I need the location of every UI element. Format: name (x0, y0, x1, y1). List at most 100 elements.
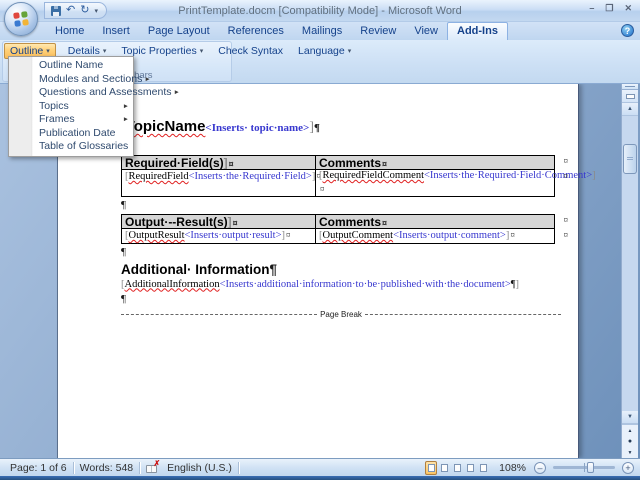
cell-output-result[interactable]: [OutputResult<Inserts·output·result>]¤ (121, 228, 316, 244)
scroll-up-icon: ▲ (627, 106, 633, 112)
page-break-label: Page Break (320, 309, 362, 319)
header-cell-comments[interactable]: Comments¤ (315, 214, 555, 229)
submenu-arrow-icon: ► (122, 116, 129, 123)
cell-output-comment[interactable]: [OutputComment<Inserts·output·comment>]¤ (315, 228, 555, 244)
window-title: PrintTemplate.docm [Compatibility Mode] … (178, 5, 462, 17)
document-page[interactable]: [TopicName<Inserts· topic·name>]¶ ¶ Requ… (57, 84, 596, 458)
word-count[interactable]: Words: 548 (76, 462, 138, 474)
vertical-scrollbar: ▲ ▼ ▲ ● ▼ (621, 84, 638, 458)
output-results-table: Output·--Result(s)]¤ Comments¤ ¤ [Output… (121, 214, 568, 244)
language-menu-button[interactable]: Language ▾ (295, 44, 354, 58)
zoom-out-button[interactable]: – (534, 461, 546, 474)
header-cell-comments[interactable]: Comments¤ (315, 155, 555, 170)
web-layout-view-button[interactable] (451, 461, 463, 475)
undo-icon[interactable]: ↶ (66, 5, 75, 16)
window-controls: – ❐ ✕ (589, 3, 632, 14)
zoom-in-button[interactable]: + (622, 461, 634, 474)
word-window: ↶ ↻ ▾ PrintTemplate.docm [Compatibility … (0, 0, 640, 480)
tab-view[interactable]: View (405, 23, 447, 40)
status-bar-right: 108% – + (425, 460, 634, 475)
menu-item-topics[interactable]: Topics ► (9, 100, 133, 114)
table-data-row: [RequiredField<Inserts·the·Required·Fiel… (121, 169, 596, 197)
proofing-status-icon[interactable]: ✗ (146, 459, 160, 473)
browse-object-icon: ● (627, 438, 633, 445)
next-object-icon: ▼ (627, 449, 633, 456)
empty-paragraph[interactable]: ¶ (121, 199, 556, 211)
topic-name-field: TopicName (125, 118, 206, 135)
zoom-slider-thumb[interactable] (587, 462, 595, 473)
tab-home[interactable]: Home (46, 23, 93, 40)
scroll-down-icon: ▼ (627, 414, 633, 420)
outline-view-button[interactable] (464, 461, 476, 475)
page-indicator[interactable]: Page: 1 of 6 (6, 462, 71, 474)
print-layout-icon (427, 463, 435, 472)
zoom-level[interactable]: 108% (499, 462, 526, 474)
tab-insert[interactable]: Insert (93, 23, 139, 40)
ruler-toggle-button[interactable] (622, 90, 638, 103)
row-end-mark: ¤ (563, 215, 569, 225)
menu-item-outline-name[interactable]: Outline Name (9, 59, 133, 73)
draft-view-button[interactable] (477, 461, 489, 475)
cell-required-field-comment[interactable]: [RequiredFieldComment<Inserts·the·Requir… (315, 169, 596, 197)
help-icon[interactable]: ? (621, 24, 634, 37)
page-break-divider: Page Break (121, 310, 561, 319)
window-bottom-edge (0, 476, 640, 480)
table-header-row: Required·Field(s)]¤ Comments¤ ¤ (121, 155, 568, 170)
empty-paragraph[interactable]: ¶ (121, 246, 556, 258)
additional-information-heading[interactable]: Additional· Information¶ (121, 261, 556, 278)
previous-object-icon: ▲ (627, 427, 633, 434)
browse-object-controls: ▲ ● ▼ (622, 424, 638, 458)
tab-mailings[interactable]: Mailings (293, 23, 351, 40)
submenu-arrow-icon: ► (144, 75, 151, 83)
print-layout-view-button[interactable] (425, 460, 438, 475)
tab-references[interactable]: References (219, 23, 293, 40)
required-fields-table: Required·Field(s)]¤ Comments¤ ¤ [Require… (121, 155, 596, 197)
quick-access-toolbar: ↶ ↻ ▾ (44, 2, 107, 19)
draft-view-icon (479, 463, 487, 472)
zoom-slider[interactable] (553, 462, 615, 473)
cell-required-field[interactable]: [RequiredField<Inserts·the·Required·Fiel… (121, 169, 321, 197)
view-shortcuts (425, 460, 489, 475)
minimize-button[interactable]: – (589, 3, 594, 14)
next-object-button[interactable]: ▼ (622, 447, 638, 458)
menu-item-table-of-glossaries[interactable]: Table of Glossaries (9, 140, 133, 154)
full-screen-reading-view-button[interactable] (438, 461, 450, 475)
save-icon[interactable] (51, 5, 61, 16)
tab-page-layout[interactable]: Page Layout (139, 23, 219, 40)
dropdown-arrow-icon: ▾ (46, 48, 50, 55)
topic-name-line[interactable]: [TopicName<Inserts· topic·name>]¶ (121, 117, 556, 138)
additional-information-line[interactable]: [AdditionalInformation<Inserts·additiona… (121, 278, 556, 291)
ruler-icon (625, 93, 635, 99)
row-end-mark: ¤ (563, 156, 569, 166)
office-logo-icon (13, 11, 29, 27)
redo-icon[interactable]: ↻ (80, 5, 89, 16)
dropdown-arrow-icon: ▾ (102, 48, 107, 55)
previous-object-button[interactable]: ▲ (622, 425, 638, 436)
menu-item-frames[interactable]: Frames ► (9, 113, 133, 127)
outline-dropdown-menu: Outline Name Modules and Sections ► Ques… (8, 56, 180, 157)
menu-item-modules-and-sections[interactable]: Modules and Sections ► (9, 73, 151, 87)
title-bar: ↶ ↻ ▾ PrintTemplate.docm [Compatibility … (0, 0, 640, 36)
customize-qat-icon[interactable]: ▾ (94, 7, 98, 15)
header-cell-required-fields[interactable]: Required·Field(s)]¤ (121, 155, 316, 170)
tab-review[interactable]: Review (351, 23, 405, 40)
menu-item-publication-date[interactable]: Publication Date (9, 127, 133, 141)
scrollbar-thumb[interactable] (623, 144, 637, 174)
scroll-up-button[interactable]: ▲ (622, 103, 638, 116)
language-indicator[interactable]: English (U.S.) (163, 462, 236, 474)
status-bar: Page: 1 of 6 Words: 548 ✗ English (U.S.)… (0, 458, 640, 476)
tab-add-ins[interactable]: Add-Ins (447, 22, 508, 40)
header-cell-output-results[interactable]: Output·--Result(s)]¤ (121, 214, 316, 229)
restore-button[interactable]: ❐ (605, 3, 613, 14)
submenu-arrow-icon: ► (173, 89, 180, 96)
check-syntax-button[interactable]: Check Syntax (215, 44, 286, 58)
menu-item-questions-and-assessments[interactable]: Questions and Assessments ► (9, 86, 180, 100)
scrollbar-track[interactable] (622, 116, 638, 411)
empty-paragraph[interactable]: ¶ (121, 293, 556, 305)
close-button[interactable]: ✕ (624, 3, 632, 14)
scroll-down-button[interactable]: ▼ (622, 411, 638, 424)
select-browse-object-button[interactable]: ● (622, 436, 638, 447)
document-content: [TopicName<Inserts· topic·name>]¶ ¶ Requ… (58, 84, 596, 319)
office-button[interactable] (4, 2, 38, 36)
empty-paragraph[interactable]: ¶ (121, 140, 556, 152)
